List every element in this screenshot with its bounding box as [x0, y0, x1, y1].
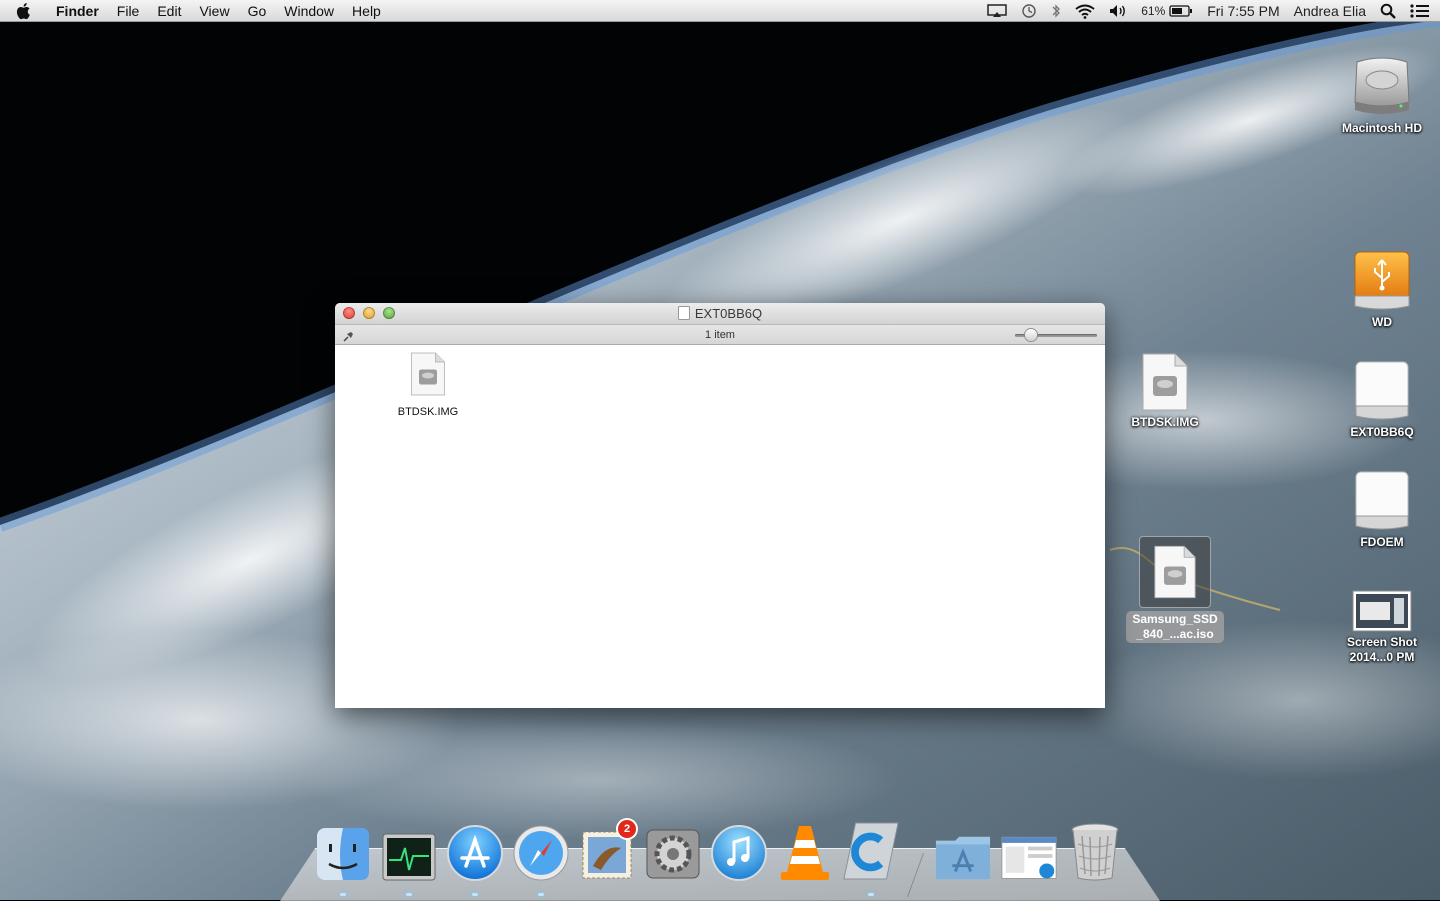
menu-file[interactable]: File	[117, 0, 140, 22]
menu-clock[interactable]: Fri 7:55 PM	[1207, 0, 1279, 22]
external-drive-icon	[1327, 360, 1437, 422]
status-bar: 1 item	[335, 325, 1105, 345]
apple-menu-icon[interactable]	[16, 1, 36, 21]
running-indicator	[340, 893, 346, 896]
disk-image-icon	[1110, 352, 1220, 412]
menu-app-name[interactable]: Finder	[56, 0, 99, 22]
screenshot-icon	[1327, 590, 1437, 632]
battery-icon	[1169, 5, 1193, 17]
window-title: EXT0BB6Q	[694, 306, 763, 321]
battery-status[interactable]: 61%	[1141, 0, 1193, 22]
dock-item-activity-monitor[interactable]	[380, 818, 438, 896]
external-drive-icon	[1327, 470, 1437, 532]
menu-go[interactable]: Go	[248, 0, 267, 22]
itunes-icon	[711, 825, 767, 881]
downloads-stack-icon	[1001, 836, 1057, 879]
dock-item-vlc[interactable]	[776, 818, 834, 882]
running-indicator	[868, 893, 874, 896]
slider-knob[interactable]	[1025, 329, 1037, 341]
desktop-icon-screen-shot[interactable]: Screen Shot 2014...0 PM	[1327, 590, 1437, 665]
time-machine-icon[interactable]	[1021, 3, 1037, 19]
hard-drive-icon	[1327, 54, 1437, 118]
finder-window: EXT0BB6Q 1 item BTDSK.IMG	[335, 303, 1105, 708]
desktop-icon-label: BTDSK.IMG	[1131, 415, 1199, 429]
spotlight-icon[interactable]	[1380, 3, 1396, 19]
file-item-btdsk-img[interactable]: BTDSK.IMG	[393, 351, 463, 418]
desktop-icon-label: Samsung_SSD _840_...ac.iso	[1126, 611, 1224, 643]
desktop-icon-wd[interactable]: WD	[1327, 250, 1437, 330]
notification-center-icon[interactable]	[1410, 3, 1430, 19]
menu-view[interactable]: View	[199, 0, 229, 22]
airplay-icon[interactable]	[987, 4, 1007, 18]
usb-drive-icon	[1327, 250, 1437, 312]
desktop-icon-ext0bb6q[interactable]: EXT0BB6Q	[1327, 360, 1437, 440]
dock-item-carbon-copy-cloner[interactable]	[842, 818, 900, 896]
dock-item-applications-folder[interactable]	[934, 818, 992, 882]
disk-image-icon	[393, 351, 463, 402]
running-indicator	[538, 893, 544, 896]
dock-icons: 2	[314, 818, 1132, 896]
activity-monitor-icon	[382, 833, 436, 881]
window-titlebar[interactable]: EXT0BB6Q	[335, 303, 1105, 325]
menu-bar: Finder File Edit View Go Window Help 61%…	[0, 0, 1440, 22]
icon-size-slider[interactable]	[1015, 329, 1097, 341]
running-indicator	[472, 893, 478, 896]
bluetooth-icon[interactable]	[1051, 3, 1061, 19]
disk-image-icon	[1139, 536, 1211, 608]
desktop-icon-label: Screen Shot 2014...0 PM	[1346, 635, 1418, 664]
wifi-icon[interactable]	[1075, 4, 1095, 19]
dock-item-finder[interactable]	[314, 818, 372, 896]
menu-edit[interactable]: Edit	[157, 0, 181, 22]
dock-item-system-preferences[interactable]	[644, 818, 702, 882]
drive-proxy-icon[interactable]	[677, 305, 690, 327]
safari-icon	[513, 825, 569, 881]
desktop-icon-label: WD	[1372, 315, 1392, 329]
desktop-icon-label: FDOEM	[1360, 535, 1404, 549]
dock-item-trash[interactable]	[1066, 818, 1124, 882]
file-name: BTDSK.IMG	[397, 406, 459, 418]
mail-unread-badge: 2	[618, 820, 636, 838]
menu-help[interactable]: Help	[352, 0, 381, 22]
desktop-icon-label: Macintosh HD	[1341, 121, 1422, 135]
vlc-icon	[781, 826, 829, 880]
dock-item-itunes[interactable]	[710, 818, 768, 882]
dock-item-app-store[interactable]	[446, 818, 504, 896]
app-store-icon	[447, 825, 503, 881]
system-preferences-icon	[646, 829, 700, 879]
desktop-icon-macintosh-hd[interactable]: Macintosh HD	[1327, 54, 1437, 136]
finder-icon	[317, 828, 369, 880]
desktop-icon-fdoem[interactable]: FDOEM	[1327, 470, 1437, 550]
desktop-icon-btdsk-img[interactable]: BTDSK.IMG	[1110, 352, 1220, 430]
volume-icon[interactable]	[1109, 4, 1127, 18]
battery-percent: 61%	[1141, 4, 1166, 18]
running-indicator	[406, 893, 412, 896]
item-count: 1 item	[705, 329, 735, 341]
desktop-icon-label: EXT0BB6Q	[1350, 425, 1414, 439]
dock-item-safari[interactable]	[512, 818, 570, 896]
pin-icon[interactable]	[343, 329, 355, 349]
desktop-icon-samsung-iso[interactable]: Samsung_SSD _840_...ac.iso	[1120, 536, 1230, 643]
dock-item-downloads-stack[interactable]	[1000, 818, 1058, 882]
menu-window[interactable]: Window	[284, 0, 334, 22]
menu-user-name[interactable]: Andrea Elia	[1294, 0, 1366, 22]
dock-item-mail[interactable]: 2	[578, 818, 636, 882]
applications-folder-icon	[935, 836, 991, 880]
ccc-icon	[843, 822, 899, 880]
trash-icon	[1071, 823, 1119, 881]
